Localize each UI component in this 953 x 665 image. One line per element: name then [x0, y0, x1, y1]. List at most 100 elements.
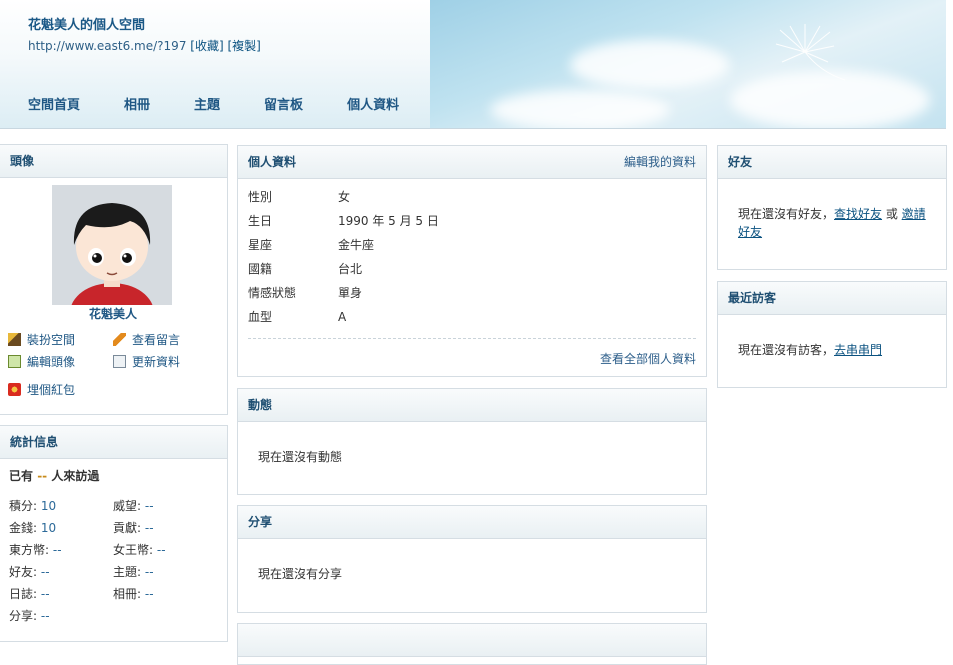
profile-label: 血型: [248, 310, 273, 324]
share-empty-text: 現在還沒有分享: [258, 567, 343, 581]
red-envelope-label: 埋個紅包: [27, 383, 76, 397]
profile-panel: 個人資料 編輯我的資料 性別 女 生日 1990 年 5 月 5 日 星座 金牛座 國…: [237, 145, 707, 377]
edit-profile-link[interactable]: 編輯我的資料: [624, 146, 696, 178]
nav-albums[interactable]: 相冊: [124, 94, 150, 113]
activity-empty-text: 現在還沒有動態: [258, 450, 343, 464]
stat-points: 積分: 10: [9, 497, 56, 514]
profile-row: 情感狀態 單身: [238, 281, 706, 305]
stats-panel-title: 統計信息: [0, 426, 227, 459]
stat-value: --: [144, 499, 154, 513]
profile-value: 女: [338, 190, 351, 204]
profile-value: A: [338, 310, 347, 324]
profile-divider: [248, 338, 696, 339]
page-header: 花魁美人的個人空間 http://www.east6.me/?197 [收藏] …: [0, 0, 946, 129]
username[interactable]: 花魁美人: [0, 305, 226, 322]
nav-guestbook[interactable]: 留言板: [264, 94, 303, 113]
stat-value: --: [144, 587, 154, 601]
edit-avatar-label: 編輯頭像: [27, 355, 76, 369]
stat-albums: 相冊: --: [113, 585, 154, 602]
stat-value: 10: [40, 499, 57, 513]
stat-label: 日誌:: [9, 587, 38, 601]
friends-empty: 現在還沒有好友，查找好友 或 邀請好友: [718, 179, 946, 267]
profile-row: 星座 金牛座: [238, 233, 706, 257]
dandelion-icon: [775, 24, 846, 81]
profile-label: 國籍: [248, 262, 273, 276]
decorate-space-label: 裝扮空間: [27, 333, 76, 347]
stat-label: 好友:: [9, 565, 38, 579]
profile-value: 1990 年 5 月 5 日: [338, 214, 439, 228]
next-panel-partial: [237, 623, 707, 665]
visitors-empty-text: 現在還沒有訪客，: [738, 343, 835, 357]
profile-value: 單身: [338, 286, 363, 300]
friends-empty-text: 現在還沒有好友，: [738, 207, 835, 221]
avatar[interactable]: [52, 185, 172, 305]
red-envelope-link[interactable]: 埋個紅包: [8, 381, 75, 399]
visits-count: --: [37, 469, 48, 483]
main-nav: 空間首頁 相冊 主題 留言板 個人資料: [28, 94, 443, 113]
header-sky-banner: [430, 0, 946, 128]
avatar-panel: 頭像 花魁美人 裝扮空間 查看留言 編輯頭像 更新資料 埋個紅包: [0, 144, 228, 415]
stat-label: 東方幣:: [9, 543, 50, 557]
stat-topics: 主題: --: [113, 563, 154, 580]
bookmark-link[interactable]: [收藏]: [190, 39, 223, 53]
stat-value: --: [156, 543, 166, 557]
stat-value: --: [40, 587, 50, 601]
copy-link[interactable]: [複製]: [227, 39, 260, 53]
stat-value: --: [40, 565, 50, 579]
stat-label: 相冊:: [113, 587, 142, 601]
view-messages-link[interactable]: 查看留言: [113, 331, 180, 349]
visitors-panel: 最近訪客 現在還沒有訪客，去串串門: [717, 281, 947, 388]
next-panel-header: [238, 624, 706, 657]
stat-label: 分享:: [9, 609, 38, 623]
activity-panel-title: 動態: [238, 389, 706, 422]
update-profile-link[interactable]: 更新資料: [113, 353, 180, 371]
profile-label: 星座: [248, 238, 273, 252]
avatar-illustration: [52, 185, 172, 305]
site-title[interactable]: 花魁美人的個人空間: [28, 14, 145, 33]
profile-panel-header: 個人資料 編輯我的資料: [238, 146, 706, 179]
profile-row: 生日 1990 年 5 月 5 日: [238, 209, 706, 233]
view-messages-label: 查看留言: [132, 333, 181, 347]
stat-label: 主題:: [113, 565, 142, 579]
profile-rows: 性別 女 生日 1990 年 5 月 5 日 星座 金牛座 國籍 台北 情感狀態 單身 血…: [238, 179, 706, 329]
url-text[interactable]: http://www.east6.me/?197: [28, 39, 186, 53]
profile-label: 性別: [248, 190, 273, 204]
friends-panel: 好友 現在還沒有好友，查找好友 或 邀請好友: [717, 145, 947, 270]
id-card-icon: [113, 355, 126, 368]
nav-profile[interactable]: 個人資料: [347, 94, 399, 113]
stat-label: 女王幣:: [113, 543, 154, 557]
red-envelope-icon: [8, 383, 21, 396]
update-profile-label: 更新資料: [132, 355, 181, 369]
find-friends-link[interactable]: 查找好友: [834, 207, 882, 221]
nav-home[interactable]: 空間首頁: [28, 94, 80, 113]
profile-value: 金牛座: [338, 238, 375, 252]
nav-topics[interactable]: 主題: [194, 94, 220, 113]
image-icon: [8, 355, 21, 368]
stat-contribution: 貢獻: --: [113, 519, 154, 536]
visitors-empty: 現在還沒有訪客，去串串門: [718, 315, 946, 384]
profile-row: 國籍 台北: [238, 257, 706, 281]
stat-label: 威望:: [113, 499, 142, 513]
stat-blogs: 日誌: --: [9, 585, 50, 602]
profile-row: 性別 女: [238, 185, 706, 209]
stat-label: 積分:: [9, 499, 38, 513]
view-all-profile-link[interactable]: 查看全部個人資料: [600, 350, 696, 367]
stat-friends: 好友: --: [9, 563, 50, 580]
profile-row: 血型 A: [238, 305, 706, 329]
profile-label: 生日: [248, 214, 273, 228]
go-visit-link[interactable]: 去串串門: [834, 343, 882, 357]
edit-avatar-link[interactable]: 編輯頭像: [8, 353, 75, 371]
stat-prestige: 威望: --: [113, 497, 154, 514]
share-panel-title: 分享: [238, 506, 706, 539]
stat-value: --: [52, 543, 62, 557]
share-panel: 分享 現在還沒有分享: [237, 505, 707, 613]
profile-panel-title: 個人資料: [248, 155, 297, 169]
visits-line: 已有 -- 人來訪過: [9, 467, 99, 484]
stat-label: 貢獻:: [113, 521, 142, 535]
decorate-space-link[interactable]: 裝扮空間: [8, 331, 75, 349]
activity-panel: 動態 現在還沒有動態: [237, 388, 707, 495]
stat-east-coin: 東方幣: --: [9, 541, 62, 558]
friends-or-text: 或: [882, 207, 902, 221]
pencil-icon: [113, 333, 126, 346]
stat-value: --: [144, 521, 154, 535]
